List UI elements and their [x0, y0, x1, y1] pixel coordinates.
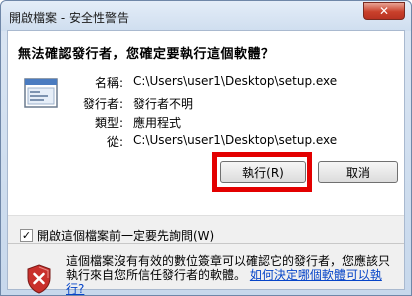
shield-warning-icon	[27, 264, 51, 294]
from-label: 從:	[106, 135, 123, 149]
ask-before-open-checkbox[interactable]: ✓	[20, 229, 33, 242]
close-button[interactable]: ✕	[363, 2, 405, 20]
info-row-publisher: 發行者: 發行者不明	[8, 95, 406, 111]
type-value: 應用程式	[133, 116, 182, 130]
details-pane: 無法確認發行者，您確定要執行這個軟體？ 名稱: C:\Users\user1\D…	[8, 31, 404, 216]
window-title: 開啟檔案 - 安全性警告	[9, 11, 129, 25]
close-icon: ✕	[378, 4, 390, 18]
ask-before-open-label: 開啟這個檔案前一定要先詢問(W)	[37, 229, 215, 243]
warning-text-block: 這個檔案沒有有效的數位簽章可以確認它的發行者，您應該只執行來自您所信任發行者的軟…	[66, 254, 396, 296]
run-button[interactable]: 執行(R)	[220, 161, 306, 183]
publisher-value: 發行者不明	[133, 97, 194, 111]
name-value: C:\Users\user1\Desktop\setup.exe	[133, 74, 338, 88]
ask-before-open-option[interactable]: ✓ 開啟這個檔案前一定要先詢問(W)	[20, 227, 214, 244]
info-row-name: 名稱: C:\Users\user1\Desktop\setup.exe	[8, 74, 406, 90]
dialog-content: 無法確認發行者，您確定要執行這個軟體？ 名稱: C:\Users\user1\D…	[7, 30, 405, 296]
title-bar[interactable]: 開啟檔案 - 安全性警告 ✕	[1, 1, 411, 31]
security-warning-dialog: 開啟檔案 - 安全性警告 ✕ 無法確認發行者，您確定要執行這個軟體？ 名稱: C…	[0, 0, 412, 296]
warning-area: 這個檔案沒有有效的數位簽章可以確認它的發行者，您應該只執行來自您所信任發行者的軟…	[8, 243, 404, 296]
from-value: C:\Users\user1\Desktop\setup.exe	[133, 133, 338, 147]
checkmark-icon: ✓	[21, 229, 32, 242]
info-row-type: 類型: 應用程式	[8, 114, 406, 130]
type-label: 類型:	[94, 116, 123, 130]
info-row-from: 從: C:\Users\user1\Desktop\setup.exe	[8, 133, 406, 149]
question-heading: 無法確認發行者，您確定要執行這個軟體？	[18, 47, 275, 62]
cancel-button[interactable]: 取消	[318, 161, 398, 183]
publisher-label: 發行者:	[82, 97, 123, 111]
name-label: 名稱:	[94, 76, 123, 90]
